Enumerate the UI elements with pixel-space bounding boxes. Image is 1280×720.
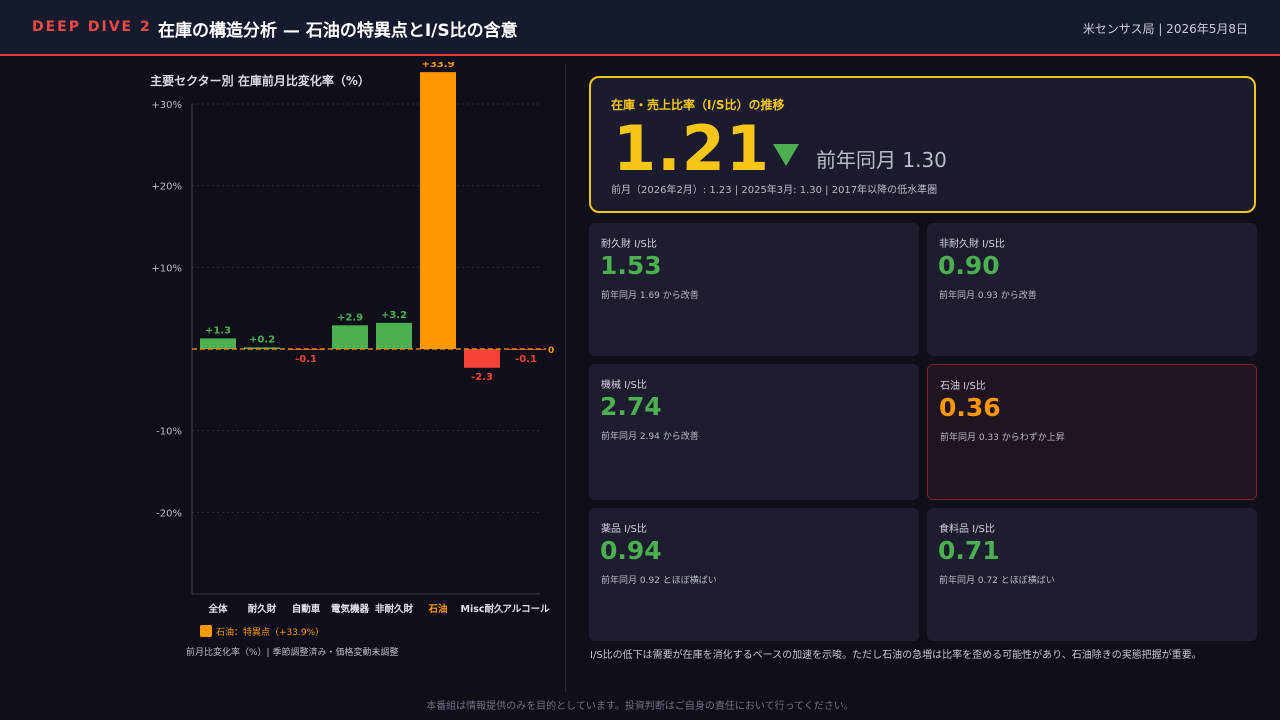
bar-5 [420, 72, 456, 350]
bar-3 [332, 325, 368, 349]
sector-inventory-chart: 主要セクター別 在庫前月比変化率（%） +30% +20% +10% -10% -20% +… [140, 62, 565, 662]
data-label: +2.9 [337, 312, 363, 323]
y-tick-label: +20% [151, 182, 182, 193]
card-note: 前年同月 1.69 から改善 [601, 291, 699, 301]
kpi-subtext: 前月（2026年2月）: 1.23 | 2025年3月: 1.30 | 2017… [611, 185, 938, 196]
x-tick-label: 耐久財 [248, 603, 277, 615]
x-tick-label: 電気機器 [331, 603, 370, 615]
y-tick-label: +10% [151, 263, 182, 274]
x-tick-label: Misc耐久 [461, 603, 504, 615]
kpi-prev-year: 前年同月 1.30 [816, 148, 947, 172]
data-label: -2.3 [471, 372, 493, 383]
kpi-value: 1.21 [613, 112, 770, 185]
card-value: 1.53 [600, 251, 662, 280]
card-durable: 耐久財 I/S比 1.53 前年同月 1.69 から改善 [589, 223, 919, 356]
card-petroleum: 石油 I/S比 0.36 前年同月 0.33 からわずか上昇 [927, 364, 1257, 500]
x-tick-label: 非耐久財 [375, 603, 414, 615]
bar-0 [200, 338, 236, 349]
legend-swatch [200, 625, 212, 637]
y-tick-label: -10% [156, 427, 182, 438]
disclaimer-footer: 本番組は情報提供のみを目的としています。投資判断はご自身の責任において行ってくだ… [426, 701, 854, 712]
analysis-note: I/S比の低下は需要が在庫を消化するペースの加速を示唆。ただし石油の急増は比率を… [590, 650, 1202, 661]
card-label: 耐久財 I/S比 [601, 239, 657, 250]
card-label: 非耐久財 I/S比 [939, 239, 1005, 250]
is-ratio-kpi-card: 在庫・売上比率（I/S比）の推移 1.21 前年同月 1.30 前月（2026年… [589, 76, 1256, 213]
card-value: 0.36 [939, 393, 1001, 422]
card-nondurable: 非耐久財 I/S比 0.90 前年同月 0.93 から改善 [927, 223, 1257, 356]
data-label: -0.1 [295, 354, 317, 365]
card-label: 食料品 I/S比 [939, 524, 995, 535]
data-label: +1.3 [205, 325, 231, 336]
data-label: +3.2 [381, 310, 407, 321]
card-value: 0.90 [938, 251, 1000, 280]
x-tick-label: 自動車 [292, 603, 321, 615]
section-tag: DEEP DIVE 2 [32, 19, 152, 35]
card-label: 石油 I/S比 [940, 381, 986, 392]
card-label: 機械 I/S比 [601, 380, 647, 391]
chart-title: 主要セクター別 在庫前月比変化率（%） [150, 73, 370, 88]
down-arrow-icon [773, 144, 799, 166]
card-value: 0.71 [938, 536, 1000, 565]
source-date: 米センサス局 | 2026年5月8日 [1082, 22, 1248, 36]
data-label: -0.1 [515, 354, 537, 365]
card-pharma: 薬品 I/S比 0.94 前年同月 0.92 とほぼ横ばい [589, 508, 919, 641]
bar-4 [376, 322, 412, 349]
card-food: 食料品 I/S比 0.71 前年同月 0.72 とほぼ横ばい [927, 508, 1257, 641]
chart-legend: 石油：特異点（+33.9%） [200, 625, 324, 638]
zero-label: 0 [548, 346, 554, 356]
card-note: 前年同月 0.72 とほぼ横ばい [939, 576, 1055, 586]
data-label: +0.2 [249, 334, 275, 345]
x-tick-label: 全体 [207, 603, 228, 615]
x-tick-label: アルコール [502, 604, 550, 615]
card-note: 前年同月 0.93 から改善 [939, 291, 1037, 301]
page-title: 在庫の構造分析 — 石油の特異点とI/S比の含意 [158, 21, 518, 41]
card-note: 前年同月 0.33 からわずか上昇 [940, 433, 1065, 443]
header-bar: DEEP DIVE 2 在庫の構造分析 — 石油の特異点とI/S比の含意 米セン… [0, 0, 1280, 56]
bar-chart-svg: 主要セクター別 在庫前月比変化率（%） +30% +20% +10% -10% -20% +… [150, 62, 554, 615]
bar-6 [464, 349, 500, 368]
card-note: 前年同月 0.92 とほぼ横ばい [601, 576, 717, 586]
card-value: 0.94 [600, 536, 662, 565]
card-value: 2.74 [600, 392, 662, 421]
panel-divider [565, 64, 566, 692]
data-label: +33.9 [421, 62, 454, 70]
card-note: 前年同月 2.94 から改善 [601, 432, 699, 442]
x-tick-label: 石油 [427, 603, 447, 615]
chart-note: 前月比変化率（%）| 季節調整済み・価格変動未調整 [186, 648, 399, 658]
y-tick-label: +30% [151, 100, 182, 111]
card-label: 薬品 I/S比 [601, 524, 647, 535]
card-machinery: 機械 I/S比 2.74 前年同月 2.94 から改善 [589, 364, 919, 500]
kpi-label: 在庫・売上比率（I/S比）の推移 [611, 98, 785, 112]
y-tick-label: -20% [156, 508, 182, 519]
legend-label: 石油：特異点（+33.9%） [216, 628, 325, 638]
